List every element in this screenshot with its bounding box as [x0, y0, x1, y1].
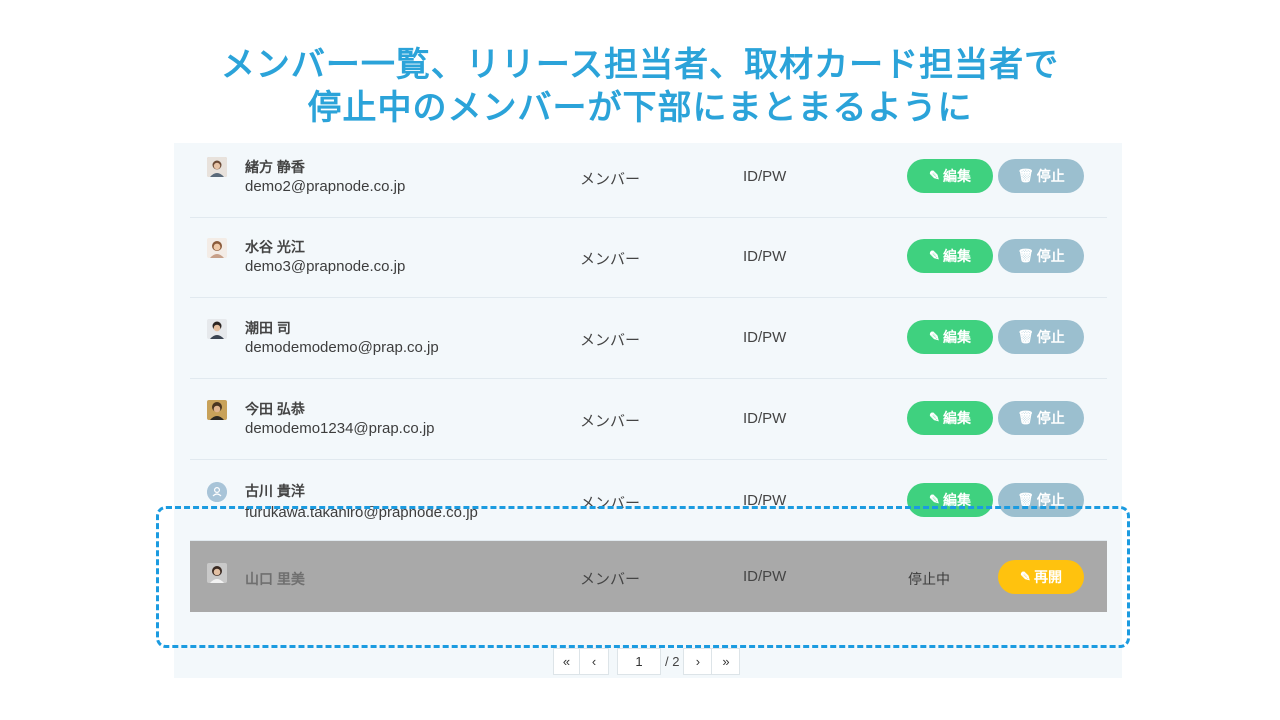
- edit-button-label: 編集: [942, 248, 971, 264]
- member-role: メンバー: [580, 332, 641, 349]
- stop-button[interactable]: 🗑 停止: [998, 159, 1084, 193]
- edit-button-label: 編集: [942, 410, 971, 426]
- stop-button[interactable]: 🗑 停止: [998, 320, 1084, 354]
- stop-button-label: 停止: [1036, 410, 1065, 426]
- avatar: [207, 319, 227, 339]
- slide-title: メンバー一覧、リリース担当者、取材カード担当者で 停止中のメンバーが下部にまとま…: [0, 44, 1280, 130]
- member-row: 潮田 司 demodemodemo@prap.co.jp メンバー ID/PW …: [190, 298, 1107, 379]
- edit-button-label: 編集: [942, 168, 971, 184]
- member-auth-type: ID/PW: [743, 329, 787, 346]
- stop-button-label: 停止: [1036, 248, 1065, 264]
- pencil-icon: ✎: [929, 329, 940, 344]
- member-role: メンバー: [580, 171, 641, 188]
- edit-button[interactable]: ✎ 編集: [907, 401, 993, 435]
- member-role: メンバー: [580, 413, 641, 430]
- member-row: 水谷 光江 demo3@prapnode.co.jp メンバー ID/PW ✎ 編…: [190, 217, 1107, 298]
- member-name: 緒方 静香: [245, 159, 305, 175]
- last-page-button[interactable]: »: [712, 648, 741, 675]
- avatar: [207, 400, 227, 420]
- edit-button[interactable]: ✎ 編集: [907, 320, 993, 354]
- prev-page-button[interactable]: ‹: [580, 648, 609, 675]
- avatar: [207, 238, 227, 258]
- stop-button[interactable]: 🗑 停止: [998, 401, 1084, 435]
- member-row: 緒方 静香 demo2@prapnode.co.jp メンバー ID/PW ✎ 編…: [190, 137, 1107, 218]
- pencil-icon: ✎: [929, 410, 940, 425]
- suspended-highlight-frame: [156, 506, 1130, 648]
- member-email: demodemo1234@prap.co.jp: [245, 420, 435, 437]
- member-email: demo2@prapnode.co.jp: [245, 178, 406, 195]
- next-page-button[interactable]: ›: [683, 648, 713, 675]
- member-auth-type: ID/PW: [743, 248, 787, 265]
- trash-icon: 🗑: [1017, 329, 1034, 344]
- stop-button-label: 停止: [1036, 329, 1065, 345]
- slide-title-line-1: メンバー一覧、リリース担当者、取材カード担当者で: [220, 45, 1060, 85]
- member-name: 水谷 光江: [245, 239, 305, 255]
- member-name: 潮田 司: [245, 320, 291, 336]
- stop-button[interactable]: 🗑 停止: [998, 239, 1084, 273]
- trash-icon: 🗑: [1017, 410, 1034, 425]
- edit-button-label: 編集: [942, 329, 971, 345]
- member-name: 古川 貴洋: [245, 483, 305, 499]
- pencil-icon: ✎: [929, 248, 940, 263]
- member-row: 今田 弘恭 demodemo1234@prap.co.jp メンバー ID/PW…: [190, 379, 1107, 460]
- first-page-button[interactable]: «: [553, 648, 580, 675]
- page-number-input[interactable]: 1: [617, 648, 661, 675]
- member-auth-type: ID/PW: [743, 168, 787, 185]
- page-total: / 2: [665, 654, 680, 669]
- edit-button[interactable]: ✎ 編集: [907, 159, 993, 193]
- member-name: 今田 弘恭: [245, 401, 305, 417]
- default-avatar-icon: [207, 482, 227, 502]
- slide-title-line-2: 停止中のメンバーが下部にまとまるように: [307, 88, 973, 128]
- trash-icon: 🗑: [1017, 168, 1034, 183]
- member-email: demodemodemo@prap.co.jp: [245, 339, 439, 356]
- avatar: [207, 157, 227, 177]
- edit-button[interactable]: ✎ 編集: [907, 239, 993, 273]
- member-email: demo3@prapnode.co.jp: [245, 258, 406, 275]
- member-auth-type: ID/PW: [743, 410, 787, 427]
- member-role: メンバー: [580, 251, 641, 268]
- trash-icon: 🗑: [1017, 248, 1034, 263]
- pencil-icon: ✎: [929, 168, 940, 183]
- pagination: « ‹ 1 / 2 › »: [553, 648, 741, 675]
- stop-button-label: 停止: [1036, 168, 1065, 184]
